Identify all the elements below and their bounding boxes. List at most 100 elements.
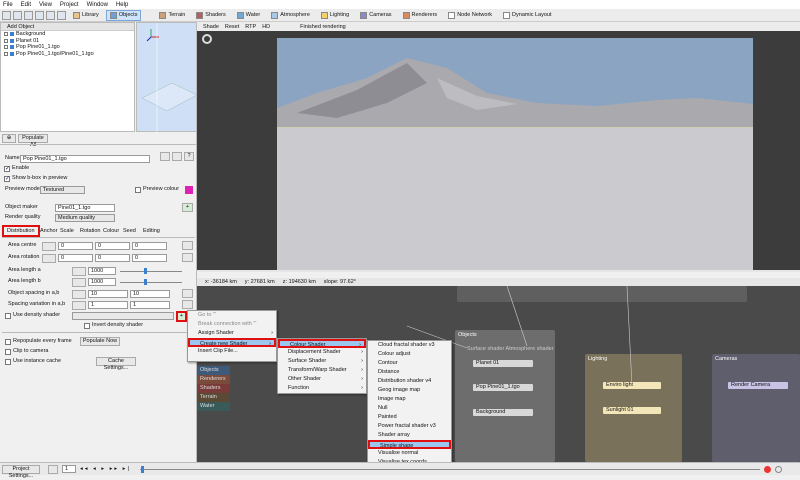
tab-editing[interactable]: Editing [143,228,160,235]
ctx-cloud-fractal[interactable]: Cloud fractal shader v3 [368,341,451,350]
menu-project[interactable]: Project [60,2,79,8]
expression-button[interactable] [72,290,86,299]
side-water[interactable]: Water [197,402,230,411]
ctx-surface-shader[interactable]: Surface Shader › [278,357,366,366]
link-icon[interactable] [182,289,193,298]
record-icon[interactable] [764,466,771,473]
node-pop-pine[interactable]: Pop Pine01_1.tgo [473,384,533,391]
open-file-icon[interactable] [13,10,22,20]
expand-icon[interactable] [4,45,8,50]
ctx-geog-image-map[interactable]: Geog image map [368,386,451,395]
render-quality-select[interactable]: Medium quality [55,214,115,222]
lighting-group[interactable]: Lighting Enviro light Sunlight 01 [585,354,682,462]
area-length-a-field[interactable]: 1000 [88,267,116,275]
copy-icon[interactable] [172,152,182,161]
tab-seed[interactable]: Seed [123,228,136,235]
populate-now-button[interactable]: Populate Now [80,337,120,346]
preview-colour-checkbox[interactable] [135,187,141,193]
area-rotation-z[interactable]: 0 [132,254,167,262]
tab-library[interactable]: Library [69,10,103,21]
redo-icon[interactable] [57,10,66,20]
ctx-colour-adjust[interactable]: Colour adjust [368,350,451,359]
settings-icon[interactable] [775,466,782,473]
invert-density-checkbox[interactable] [84,323,90,329]
ctx-simple-shape[interactable]: Simple shape [368,440,451,449]
preview-colour-swatch[interactable] [185,186,193,194]
show-bbox-checkbox[interactable] [4,175,10,182]
populate-all-button[interactable]: Populate All [18,134,48,148]
object-type-icon[interactable] [160,152,170,161]
preview-mode-select[interactable]: Textured [40,186,85,194]
node-background[interactable]: Background [473,409,533,416]
objects-group[interactable]: Objects Surface shader Atmosphere shader… [455,330,555,462]
menu-edit[interactable]: Edit [21,2,31,8]
expression-button[interactable] [72,278,86,287]
add-node-icon[interactable]: + [182,203,193,212]
cameras-group[interactable]: Cameras Render Camera [712,354,800,462]
menu-help[interactable]: Help [116,2,128,8]
side-renderers[interactable]: Renderers [197,375,230,384]
menu-window[interactable]: Window [87,2,108,8]
tab-dynamic-layout[interactable]: Dynamic Layout [499,10,555,21]
tab-colour[interactable]: Colour [103,228,119,235]
expression-button[interactable] [72,301,86,310]
camera-gear-icon[interactable] [202,34,212,44]
slider-thumb[interactable] [144,268,147,274]
project-settings-button[interactable]: Project Settings... [2,465,40,479]
tab-objects[interactable]: Objects [105,9,142,21]
add-density-shader-icon[interactable]: + [176,311,187,322]
ctx-shader-array[interactable]: Shader array [368,431,451,440]
area-length-a-slider[interactable] [120,271,182,272]
ctx-colour-shader[interactable]: Colour Shader › [278,339,366,348]
expand-icon[interactable] [4,51,8,56]
tab-atmosphere[interactable]: Atmosphere [267,10,314,21]
expression-button[interactable] [72,267,86,276]
ctx-break-connection[interactable]: Break connection with ''' [188,320,276,329]
ctx-displacement-shader[interactable]: Displacement Shader › [278,348,366,357]
repopulate-checkbox[interactable] [5,339,11,345]
object-spacing-a[interactable]: 10 [88,290,128,298]
ctx-transform-warp-shader[interactable]: Transform/Warp Shader › [278,366,366,375]
tab-node-network[interactable]: Node Network [444,10,496,21]
timeline-thumb[interactable] [141,466,144,473]
area-centre-x[interactable]: 0 [58,242,93,250]
tab-distribution[interactable]: Distribution [7,228,35,235]
ctx-painted[interactable]: Painted [368,413,451,422]
object-add-button[interactable]: ⊕ [2,134,16,143]
ctx-distribution-shader[interactable]: Distribution shader v4 [368,377,451,386]
ctx-insert-clip-file[interactable]: Insert Clip File... [188,347,276,356]
name-field[interactable]: Pop Pine01_1.tgo [20,155,150,163]
node-sunlight[interactable]: Sunlight 01 [603,407,661,414]
link-icon[interactable] [182,253,193,262]
object-spacing-b[interactable]: 10 [130,290,170,298]
side-objects[interactable]: Objects [197,366,230,375]
playback-controls[interactable]: ◂◂ ◂ ▸ ▸▸ ▸| [80,466,131,473]
ctx-distance[interactable]: Distance [368,368,451,377]
expression-button[interactable] [42,254,56,263]
side-shaders[interactable]: Shaders [197,384,230,393]
key-icon[interactable] [48,465,58,474]
area-centre-z[interactable]: 0 [132,242,167,250]
ctx-image-map[interactable]: Image map [368,395,451,404]
new-file-icon[interactable] [2,10,11,20]
tab-renderers[interactable]: Renderers [399,10,442,21]
tab-water[interactable]: Water [233,10,264,21]
save-icon[interactable] [24,10,33,20]
object-maker-field[interactable]: Pine01_1.tgo [55,204,115,212]
side-terrain[interactable]: Terrain [197,393,230,402]
reset-button[interactable]: Reset [225,24,239,30]
frame-field[interactable]: 1 [62,465,76,473]
area-rotation-x[interactable]: 0 [58,254,93,262]
ctx-contour[interactable]: Contour [368,359,451,368]
tab-terrain[interactable]: Terrain [155,10,189,21]
ctx-power-fractal[interactable]: Power fractal shader v3 [368,422,451,431]
tab-scale[interactable]: Scale [60,228,74,235]
menu-file[interactable]: File [3,2,13,8]
cache-settings-button[interactable]: Cache Settings... [96,357,136,371]
hd-button[interactable]: HD [262,24,270,30]
enable-checkbox[interactable] [4,165,10,172]
density-shader-field[interactable] [72,312,174,320]
render-viewport[interactable]: Shade Reset RTP HD Finished rendering [197,22,800,272]
slider-thumb[interactable] [144,279,147,285]
area-length-b-field[interactable]: 1000 [88,278,116,286]
